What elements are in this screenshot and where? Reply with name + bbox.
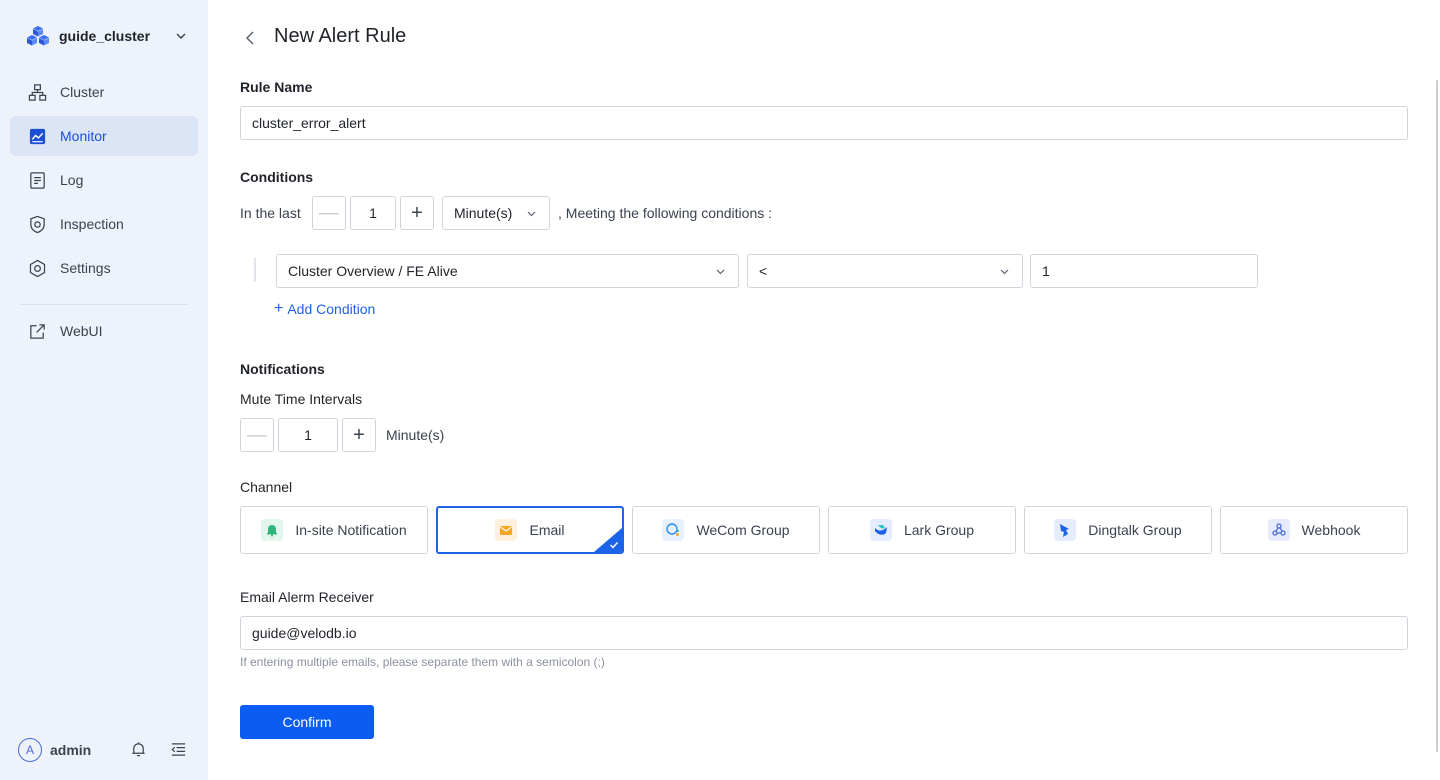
channel-label: In-site Notification (295, 522, 407, 538)
channel-label: Channel (240, 479, 293, 495)
condition-group-line (254, 258, 256, 282)
user-menu[interactable]: A admin (18, 738, 91, 762)
mute-interval-input[interactable]: 1 (278, 418, 338, 452)
metric-select[interactable]: Cluster Overview / FE Alive (276, 254, 739, 288)
channel-label: Dingtalk Group (1088, 522, 1182, 538)
sidebar-item-inspection[interactable]: Inspection (10, 204, 198, 244)
sidebar-item-monitor[interactable]: Monitor (10, 116, 198, 156)
mute-unit-label: Minute(s) (386, 427, 445, 443)
add-condition-button[interactable]: + Add Condition (274, 300, 375, 318)
chevron-down-icon (176, 33, 186, 39)
mute-decrement-button[interactable]: — (240, 418, 274, 452)
operator-value: < (759, 263, 768, 279)
operator-select[interactable]: < (747, 254, 1023, 288)
inspection-icon (30, 215, 45, 233)
threshold-input[interactable]: 1 (1030, 254, 1258, 288)
sidebar-item-cluster[interactable]: Cluster (10, 72, 198, 112)
email-receiver-label: Email Alerm Receiver (240, 589, 374, 605)
bell-icon (261, 519, 284, 541)
cluster-name: guide_cluster (59, 28, 151, 44)
chevron-down-icon (1000, 269, 1009, 275)
plus-icon: + (274, 300, 284, 317)
user-name: admin (50, 742, 92, 758)
settings-icon (29, 259, 46, 277)
wecom-icon (662, 519, 685, 541)
time-unit-select[interactable]: Minute(s) (442, 196, 550, 230)
mute-intervals-label: Mute Time Intervals (240, 391, 363, 407)
time-unit-value: Minute(s) (454, 205, 513, 221)
channel-webhook[interactable]: Webhook (1220, 506, 1408, 554)
back-arrow-icon[interactable] (242, 29, 258, 47)
sidebar-item-label: Inspection (60, 216, 124, 232)
main-content: New Alert Rule Rule Name cluster_error_a… (208, 0, 1440, 780)
chevron-down-icon (716, 269, 725, 275)
chevron-down-icon (527, 211, 536, 217)
log-icon (30, 171, 45, 189)
channel-label: WeCom Group (696, 522, 790, 538)
increment-button[interactable]: + (400, 196, 434, 230)
cluster-switcher[interactable]: guide_cluster (26, 24, 196, 48)
conditions-label: Conditions (240, 169, 314, 185)
email-icon (495, 519, 518, 541)
sidebar-item-label: Log (60, 172, 84, 188)
channel-lark-group[interactable]: Lark Group (828, 506, 1016, 554)
add-condition-label: Add Condition (287, 301, 376, 317)
monitor-icon (29, 128, 46, 144)
email-receiver-input[interactable]: guide@velodb.io (240, 616, 1408, 650)
duration-input[interactable]: 1 (350, 196, 396, 230)
email-hint: If entering multiple emails, please sepa… (240, 655, 605, 669)
collapse-sidebar-icon[interactable] (170, 741, 187, 758)
channel-wecom-group[interactable]: WeCom Group (632, 506, 820, 554)
channel-dingtalk-group[interactable]: Dingtalk Group (1024, 506, 1212, 554)
channel-label: Lark Group (903, 522, 975, 538)
conditions-suffix: , Meeting the following conditions : (558, 205, 773, 221)
cluster-icon (28, 83, 47, 101)
cluster-logo-icon (27, 26, 49, 46)
rule-name-label: Rule Name (240, 79, 313, 95)
sidebar-item-label: Settings (60, 260, 111, 276)
sidebar-item-webui[interactable]: WebUI (10, 311, 198, 351)
decrement-button[interactable]: — (312, 196, 346, 230)
channel-in-site-notification[interactable]: In-site Notification (240, 506, 428, 554)
scrollbar[interactable] (1436, 80, 1438, 752)
sidebar-item-label: WebUI (60, 323, 103, 339)
rule-name-input[interactable]: cluster_error_alert (240, 106, 1408, 140)
sidebar-item-log[interactable]: Log (10, 160, 198, 200)
check-icon (610, 542, 619, 549)
metric-value: Cluster Overview / FE Alive (288, 263, 458, 279)
notifications-label: Notifications (240, 361, 325, 377)
avatar: A (18, 738, 42, 762)
sidebar-item-label: Cluster (60, 84, 105, 100)
webhook-icon (1267, 519, 1290, 541)
mute-increment-button[interactable]: + (342, 418, 376, 452)
bell-icon[interactable] (130, 741, 147, 758)
in-the-last-label: In the last (240, 205, 301, 221)
channel-label: Webhook (1301, 522, 1361, 538)
dingtalk-icon (1054, 519, 1077, 541)
sidebar: guide_cluster Cluster Monitor Log Inspec… (0, 0, 208, 780)
sidebar-item-settings[interactable]: Settings (10, 248, 198, 288)
sidebar-divider (20, 304, 188, 305)
external-link-icon (30, 323, 45, 339)
confirm-button[interactable]: Confirm (240, 705, 374, 739)
page-title: New Alert Rule (274, 25, 407, 47)
channel-email[interactable]: Email (436, 506, 624, 554)
lark-icon (869, 519, 892, 541)
channel-label: Email (529, 522, 565, 538)
sidebar-item-label: Monitor (60, 128, 107, 144)
